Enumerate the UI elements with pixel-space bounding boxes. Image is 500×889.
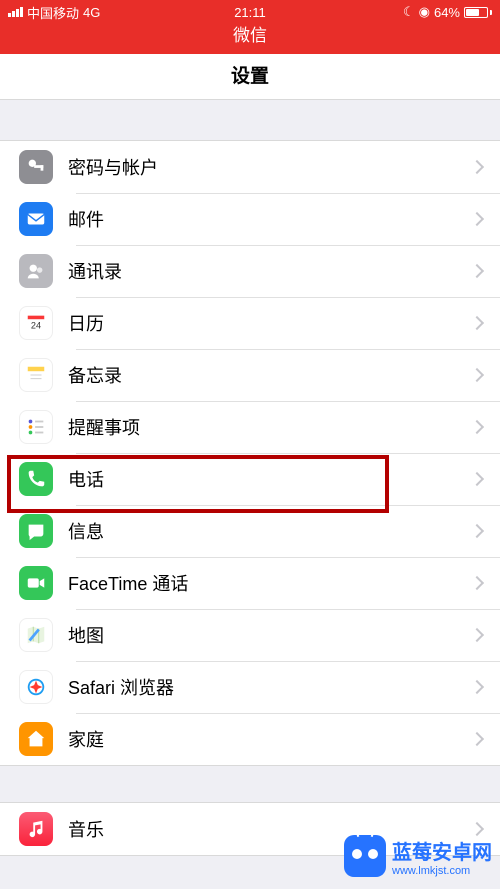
row-label: 信息	[68, 518, 472, 544]
row-label: 家庭	[68, 726, 472, 752]
row-label: 备忘录	[68, 362, 472, 388]
chevron-right-icon	[470, 316, 484, 330]
row-reminders[interactable]: 提醒事项	[0, 401, 500, 453]
watermark-icon	[344, 835, 386, 877]
key-icon	[19, 150, 53, 184]
settings-group: 密码与帐户邮件通讯录 24 日历备忘录提醒事项电话信息 FaceTime 通话地图 Sa…	[0, 140, 500, 766]
svg-text:24: 24	[31, 321, 41, 331]
row-label: Safari 浏览器	[68, 674, 472, 700]
music-icon	[19, 812, 53, 846]
row-label: 地图	[68, 622, 472, 648]
nav-bar: 微信	[0, 24, 500, 54]
calendar-icon: 24	[19, 306, 53, 340]
reminders-icon	[19, 410, 53, 444]
phone-icon	[19, 462, 53, 496]
chevron-right-icon	[470, 732, 484, 746]
row-maps[interactable]: 地图	[0, 609, 500, 661]
messages-icon	[19, 514, 53, 548]
chevron-right-icon	[470, 680, 484, 694]
nav-title: 微信	[233, 26, 267, 45]
row-label: 通讯录	[68, 258, 472, 284]
row-messages[interactable]: 信息	[0, 505, 500, 557]
chevron-right-icon	[470, 264, 484, 278]
chevron-right-icon	[470, 472, 484, 486]
chevron-right-icon	[470, 212, 484, 226]
row-passwords[interactable]: 密码与帐户	[0, 141, 500, 193]
chevron-right-icon	[470, 576, 484, 590]
watermark-text: 蓝莓安卓网 www.lmkjst.com	[392, 836, 492, 877]
row-mail[interactable]: 邮件	[0, 193, 500, 245]
page-title-label: 设置	[231, 66, 269, 87]
page-title: 设置	[0, 54, 500, 100]
row-contacts[interactable]: 通讯录	[0, 245, 500, 297]
contacts-icon	[19, 254, 53, 288]
facetime-icon	[19, 566, 53, 600]
battery-icon	[464, 7, 492, 18]
screen: 中国移动 4G 21:11 ☾ ◉ 64% 微信 设置 密码与帐户邮件通讯录 24…	[0, 0, 500, 889]
row-label: 电话	[68, 466, 472, 492]
row-label: 密码与帐户	[68, 154, 472, 180]
status-time: 21:11	[0, 5, 500, 20]
row-calendar[interactable]: 24 日历	[0, 297, 500, 349]
chevron-right-icon	[470, 368, 484, 382]
row-home[interactable]: 家庭	[0, 713, 500, 765]
row-safari[interactable]: Safari 浏览器	[0, 661, 500, 713]
maps-icon	[19, 618, 53, 652]
settings-list-container: 密码与帐户邮件通讯录 24 日历备忘录提醒事项电话信息 FaceTime 通话地图 Sa…	[0, 140, 500, 856]
chevron-right-icon	[470, 160, 484, 174]
watermark-title: 蓝莓安卓网	[392, 836, 492, 865]
safari-icon	[19, 670, 53, 704]
row-label: 提醒事项	[68, 414, 472, 440]
watermark: 蓝莓安卓网 www.lmkjst.com	[344, 835, 492, 877]
row-facetime[interactable]: FaceTime 通话	[0, 557, 500, 609]
watermark-url: www.lmkjst.com	[392, 865, 492, 877]
row-label: 日历	[68, 310, 472, 336]
chevron-right-icon	[470, 822, 484, 836]
chevron-right-icon	[470, 524, 484, 538]
spacer	[0, 100, 500, 140]
chevron-right-icon	[470, 628, 484, 642]
chevron-right-icon	[470, 420, 484, 434]
home-icon	[19, 722, 53, 756]
row-notes[interactable]: 备忘录	[0, 349, 500, 401]
status-bar: 中国移动 4G 21:11 ☾ ◉ 64%	[0, 0, 500, 24]
notes-icon	[19, 358, 53, 392]
row-label: FaceTime 通话	[68, 570, 472, 596]
mail-icon	[19, 202, 53, 236]
row-phone[interactable]: 电话	[0, 453, 500, 505]
row-label: 邮件	[68, 206, 472, 232]
